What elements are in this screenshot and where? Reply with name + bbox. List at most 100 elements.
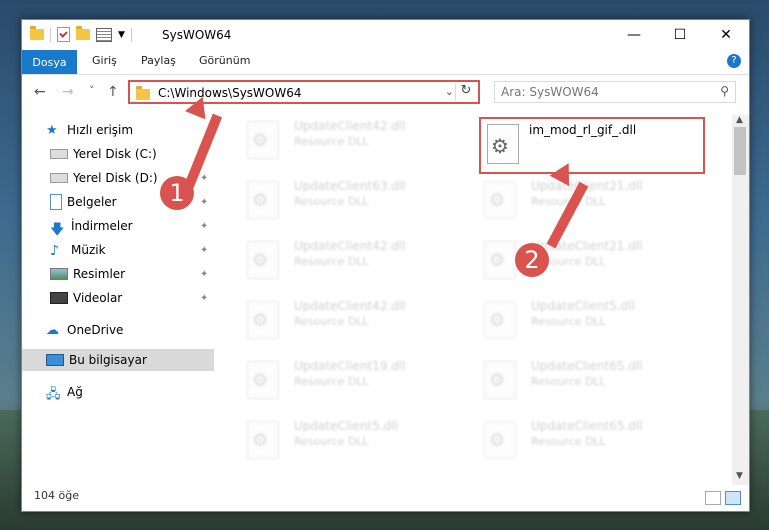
- sidebar-item-pictures[interactable]: Resimler ✦: [22, 263, 214, 285]
- file-item[interactable]: UpdateClient19.dll Resource DLL: [239, 355, 469, 405]
- sidebar-item-downloads[interactable]: 🡇 İndirmeler ✦: [22, 215, 214, 238]
- pin-icon[interactable]: ✦: [200, 221, 208, 232]
- address-path[interactable]: C:\Windows\SysWOW64: [158, 86, 302, 100]
- toolbar-dropdown-icon[interactable]: ▼: [118, 30, 125, 40]
- drive-icon: [50, 173, 68, 183]
- sidebar-item-quick-access[interactable]: ★ Hızlı erişim: [22, 119, 214, 141]
- pin-icon[interactable]: ✦: [200, 293, 208, 304]
- sidebar-item-label: Müzik: [71, 243, 106, 257]
- help-icon[interactable]: ?: [727, 54, 741, 68]
- tiles-view-icon[interactable]: [725, 491, 741, 505]
- dll-file-icon: [484, 241, 516, 279]
- new-folder-icon[interactable]: [76, 26, 90, 40]
- dll-file-icon: [247, 361, 279, 399]
- sidebar-item-label: Resimler: [73, 267, 126, 281]
- pin-icon[interactable]: ✦: [200, 197, 208, 208]
- file-item[interactable]: UpdateClient42.dll Resource DLL: [239, 235, 469, 285]
- customize-toolbar-icon[interactable]: [96, 27, 112, 42]
- tab-home[interactable]: Giriş: [92, 54, 117, 67]
- quick-access-toolbar: ▼: [30, 26, 132, 42]
- properties-check-icon[interactable]: [57, 27, 70, 42]
- sidebar-item-label: Bu bilgisayar: [69, 353, 147, 367]
- dll-file-icon: [484, 301, 516, 339]
- close-button[interactable]: ✕: [703, 20, 749, 50]
- download-icon: 🡇: [50, 222, 65, 238]
- dll-file-icon: [487, 124, 519, 164]
- search-box[interactable]: ⚲: [494, 81, 736, 103]
- refresh-button[interactable]: ↻: [455, 83, 476, 101]
- videos-icon: [50, 292, 68, 304]
- documents-icon: [50, 194, 62, 210]
- tab-file[interactable]: Dosya: [22, 50, 77, 74]
- sidebar-item-network[interactable]: 🖧 Ağ: [22, 381, 214, 403]
- forward-button[interactable]: →: [62, 84, 74, 100]
- pin-icon[interactable]: ✦: [200, 245, 208, 256]
- pin-icon[interactable]: ✦: [200, 173, 208, 184]
- file-name: UpdateClient65.dll: [531, 359, 643, 373]
- file-item[interactable]: UpdateClient42.dll Resource DLL: [239, 115, 469, 165]
- sidebar-item-local-disk-c[interactable]: Yerel Disk (C:) ✦: [22, 143, 214, 165]
- sidebar-item-this-pc[interactable]: Bu bilgisayar: [22, 349, 214, 371]
- tab-share[interactable]: Paylaş: [141, 54, 176, 67]
- recent-locations-button[interactable]: ˅: [89, 84, 95, 97]
- sidebar-item-label: İndirmeler: [71, 219, 133, 233]
- back-button[interactable]: ←: [34, 84, 46, 100]
- sidebar-item-music[interactable]: ♪ Müzik ✦: [22, 239, 214, 261]
- highlighted-file-name: im_mod_rl_gif_.dll: [529, 123, 637, 137]
- sidebar-item-label: Yerel Disk (C:): [73, 147, 157, 161]
- step-2-badge: 2: [515, 243, 549, 277]
- file-item[interactable]: UpdateClient63.dll Resource DLL: [239, 175, 469, 225]
- file-name: UpdateClient5.dll: [294, 419, 398, 433]
- minimize-button[interactable]: —: [611, 20, 657, 50]
- file-item[interactable]: UpdateClient65.dll Resource DLL: [476, 415, 706, 465]
- sidebar-item-label: OneDrive: [67, 323, 124, 337]
- scrollbar-thumb[interactable]: [734, 127, 746, 175]
- details-view-icon[interactable]: [705, 491, 721, 505]
- dll-file-icon: [247, 121, 279, 159]
- file-name: UpdateClient19.dll: [294, 359, 406, 373]
- file-item[interactable]: UpdateClient5.dll Resource DLL: [476, 295, 706, 345]
- dll-file-icon: [247, 421, 279, 459]
- sidebar-item-videos[interactable]: Videolar ✦: [22, 287, 214, 309]
- address-bar[interactable]: C:\Windows\SysWOW64 ⌄ ↻: [128, 80, 480, 104]
- file-item[interactable]: UpdateClient65.dll Resource DLL: [476, 355, 706, 405]
- search-input[interactable]: [499, 84, 703, 100]
- file-type: Resource DLL: [294, 255, 369, 268]
- maximize-button[interactable]: ☐: [657, 20, 703, 50]
- file-item[interactable]: UpdateClient21.dll Resource DLL: [476, 235, 706, 285]
- file-type: Resource DLL: [531, 315, 606, 328]
- file-name: UpdateClient42.dll: [294, 119, 406, 133]
- highlighted-file-item[interactable]: im_mod_rl_gif_.dll: [479, 117, 705, 174]
- file-type: Resource DLL: [531, 375, 606, 388]
- file-item[interactable]: UpdateClient42.dll Resource DLL: [239, 295, 469, 345]
- cloud-icon: ☁: [46, 323, 59, 338]
- step-1-badge: 1: [160, 176, 194, 210]
- title-bar[interactable]: ▼ SysWOW64 — ☐ ✕: [22, 20, 749, 50]
- vertical-scrollbar[interactable]: ▲ ▼: [732, 115, 749, 485]
- tab-view[interactable]: Görünüm: [199, 54, 250, 67]
- scroll-up-icon[interactable]: ▲: [736, 115, 743, 125]
- star-icon: ★: [46, 123, 58, 138]
- sidebar-item-label: Ağ: [67, 385, 83, 399]
- file-type: Resource DLL: [294, 135, 369, 148]
- status-bar: 104 öğe: [22, 486, 749, 511]
- dll-file-icon: [247, 181, 279, 219]
- scroll-down-icon[interactable]: ▼: [736, 471, 743, 481]
- file-name: UpdateClient42.dll: [294, 239, 406, 253]
- folder-icon: [30, 26, 44, 40]
- up-button[interactable]: ↑: [107, 84, 119, 100]
- file-item[interactable]: UpdateClient5.dll Resource DLL: [239, 415, 469, 465]
- computer-icon: [46, 354, 64, 366]
- sidebar-item-onedrive[interactable]: ☁ OneDrive: [22, 319, 214, 341]
- address-dropdown-icon[interactable]: ⌄: [445, 85, 454, 98]
- dll-file-icon: [484, 421, 516, 459]
- file-type: Resource DLL: [294, 435, 369, 448]
- toolbar-separator: [130, 27, 132, 42]
- file-type: Resource DLL: [294, 315, 369, 328]
- file-name: UpdateClient65.dll: [531, 419, 643, 433]
- file-item[interactable]: UpdateClient21.dll Resource DLL: [476, 175, 706, 225]
- pictures-icon: [50, 268, 68, 280]
- network-icon: 🖧: [46, 387, 61, 402]
- search-icon[interactable]: ⚲: [720, 84, 729, 98]
- pin-icon[interactable]: ✦: [200, 269, 208, 280]
